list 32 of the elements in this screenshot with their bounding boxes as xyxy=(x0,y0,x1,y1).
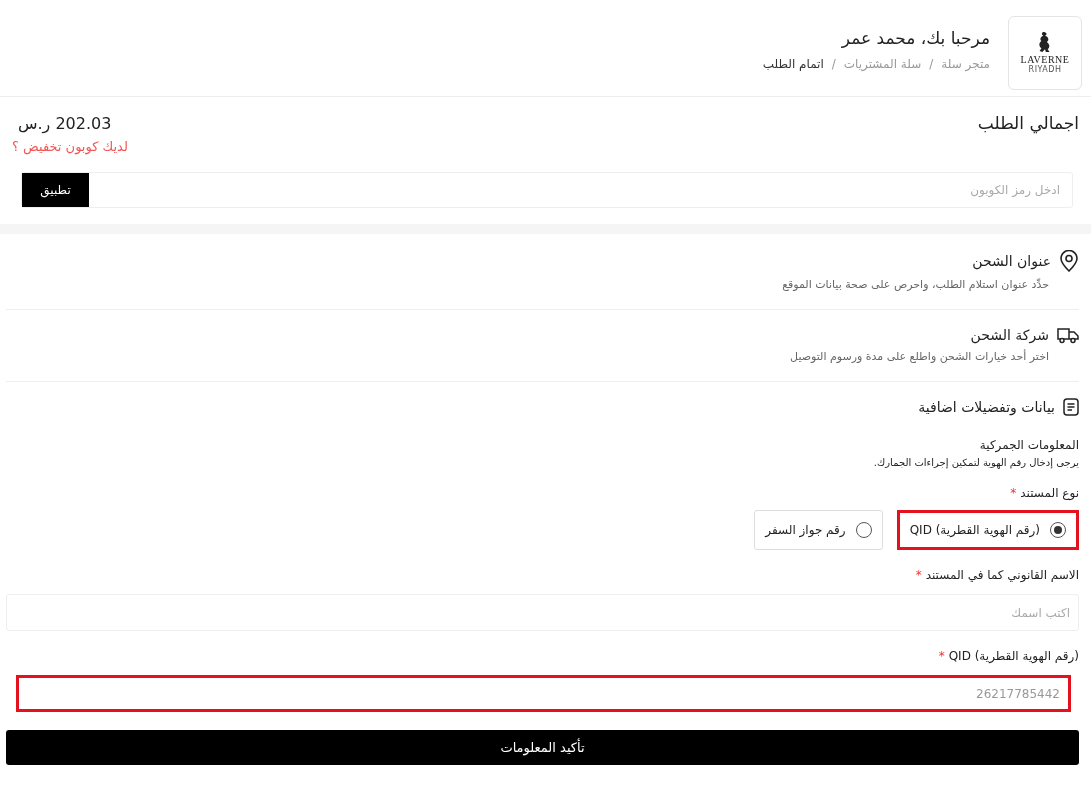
breadcrumb-link[interactable]: اتمام الطلب xyxy=(762,57,824,71)
field-label: الاسم القانوني كما في المستند xyxy=(925,568,1079,582)
summary-title: اجمالي الطلب xyxy=(977,113,1079,133)
required-mark: * xyxy=(1010,486,1017,500)
confirm-button[interactable]: تأكيد المعلومات xyxy=(6,730,1079,765)
greeting: مرحبا بك، محمد عمر xyxy=(840,28,990,48)
order-total: 202.03 ر.س xyxy=(18,113,112,133)
field-label: (رقم الهوية القطرية) QID xyxy=(948,649,1079,663)
document-icon xyxy=(1063,398,1079,416)
logo-wordmark: LAVERNE xyxy=(1020,54,1070,65)
breadcrumb-separator: / xyxy=(929,57,934,71)
field-label: نوع المستند xyxy=(1020,486,1079,500)
name-field[interactable]: اكتب اسمك xyxy=(6,594,1079,631)
customs-note: يرجى إدخال رقم الهوية لتمكين إجراءات الجمارك. xyxy=(872,457,1079,468)
section-title: شركة الشحن xyxy=(970,327,1049,343)
section-description: اختر أحد خيارات الشحن واطلع على مدة ورسوم التوصيل xyxy=(789,350,1049,363)
breadcrumb-separator: / xyxy=(831,57,836,71)
required-mark: * xyxy=(915,568,922,582)
coupon-field[interactable]: ادخل رمز الكوبون تطبيق xyxy=(21,172,1073,208)
customs-title: المعلومات الجمركية xyxy=(978,438,1079,452)
truck-icon xyxy=(1057,326,1079,344)
logo-city: RIYADH xyxy=(1028,66,1062,74)
radio-option[interactable]: (رقم الهوية القطرية) QID xyxy=(896,510,1079,550)
radio-option[interactable]: رقم جواز السفر xyxy=(754,510,883,550)
option-label: (رقم الهوية القطرية) QID xyxy=(909,523,1040,537)
section-title: عنوان الشحن xyxy=(972,253,1051,269)
location-pin-icon xyxy=(1059,250,1079,272)
apply-button[interactable]: تطبيق xyxy=(22,173,89,207)
section-title: بيانات وتفضيلات اضافية xyxy=(918,399,1055,415)
required-mark: * xyxy=(938,649,945,663)
section-description: حدِّد عنوان استلام الطلب، واحرص على صحة بيانات الموقع xyxy=(781,278,1049,291)
option-label: رقم جواز السفر xyxy=(765,523,846,537)
